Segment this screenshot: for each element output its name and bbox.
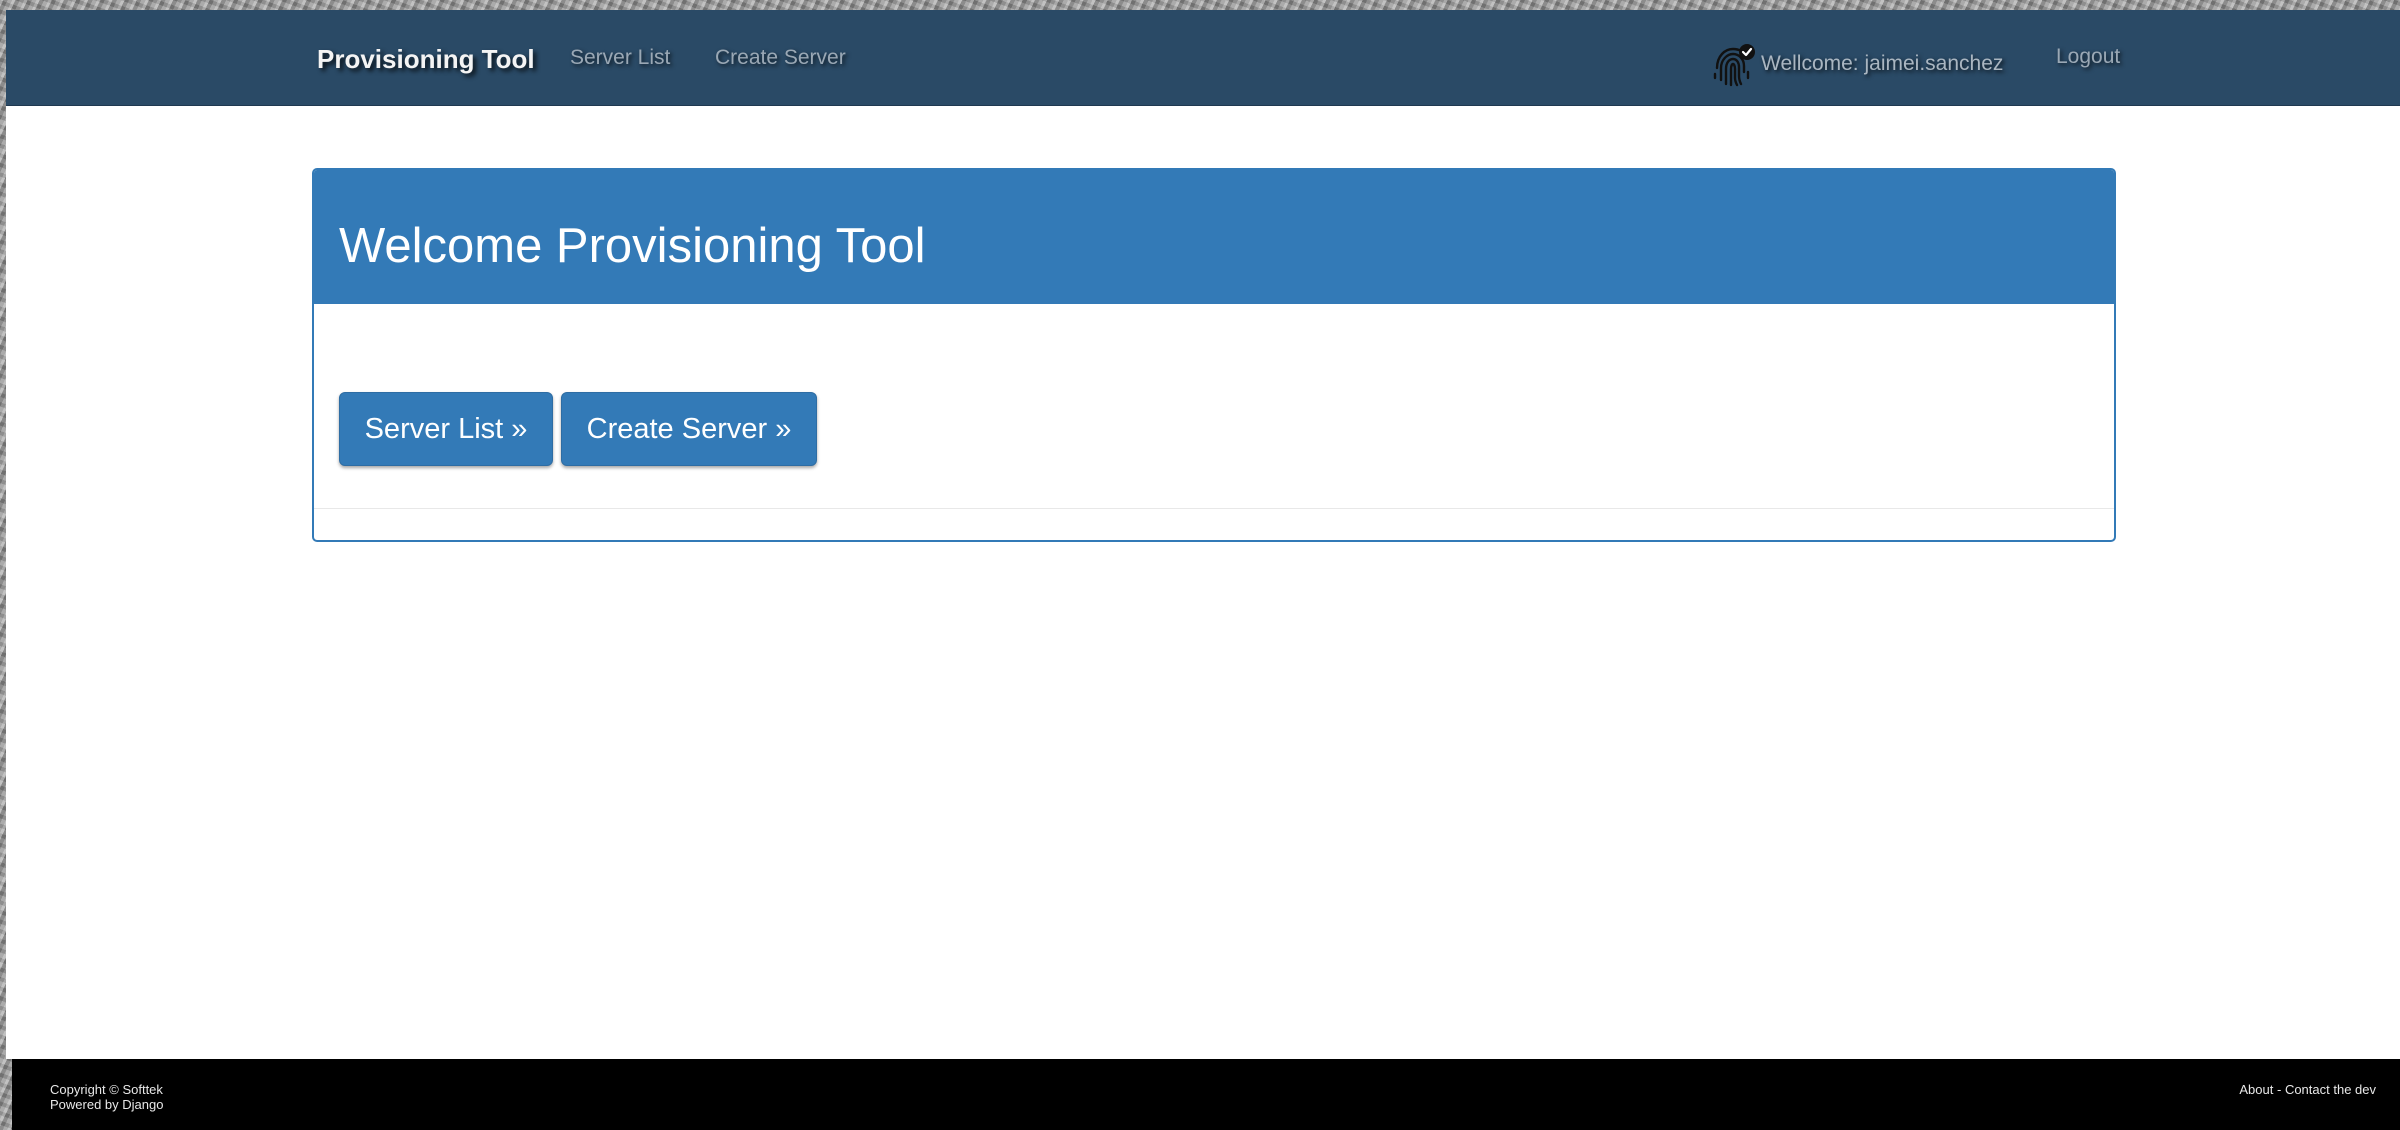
- top-navbar: Provisioning Tool Server List Create Ser…: [6, 10, 2400, 106]
- welcome-panel: Welcome Provisioning Tool Server List » …: [312, 168, 2116, 542]
- page-footer: Copyright © Softtek Powered by Django Ab…: [12, 1059, 2400, 1130]
- powered-by-text: Powered by Django: [50, 1097, 164, 1112]
- panel-divider: [314, 508, 2114, 509]
- welcome-user-text: Wellcome: jaimei.sanchez: [1761, 52, 2004, 75]
- footer-separator: -: [2273, 1082, 2285, 1097]
- footer-credits: Copyright © Softtek Powered by Django: [50, 1082, 163, 1112]
- contact-dev-link[interactable]: Contact the dev: [2285, 1082, 2376, 1097]
- navbar-container: Provisioning Tool Server List Create Ser…: [311, 10, 2120, 105]
- logout-link[interactable]: Logout: [2056, 45, 2120, 69]
- create-server-button[interactable]: Create Server »: [561, 392, 817, 466]
- about-link[interactable]: About: [2239, 1082, 2273, 1097]
- navbar-brand[interactable]: Provisioning Tool: [317, 44, 535, 75]
- footer-links: About - Contact the dev: [2239, 1082, 2376, 1097]
- fingerprint-check-icon: [1713, 44, 1755, 87]
- page-title: Welcome Provisioning Tool: [339, 219, 926, 273]
- panel-heading: Welcome Provisioning Tool: [314, 170, 2114, 304]
- nav-link-create-server[interactable]: Create Server: [715, 46, 846, 70]
- nav-link-server-list[interactable]: Server List: [570, 46, 670, 70]
- server-list-button[interactable]: Server List »: [339, 392, 553, 466]
- copyright-text: Copyright © Softtek: [50, 1082, 163, 1097]
- main-content: Welcome Provisioning Tool Server List » …: [6, 106, 2400, 1059]
